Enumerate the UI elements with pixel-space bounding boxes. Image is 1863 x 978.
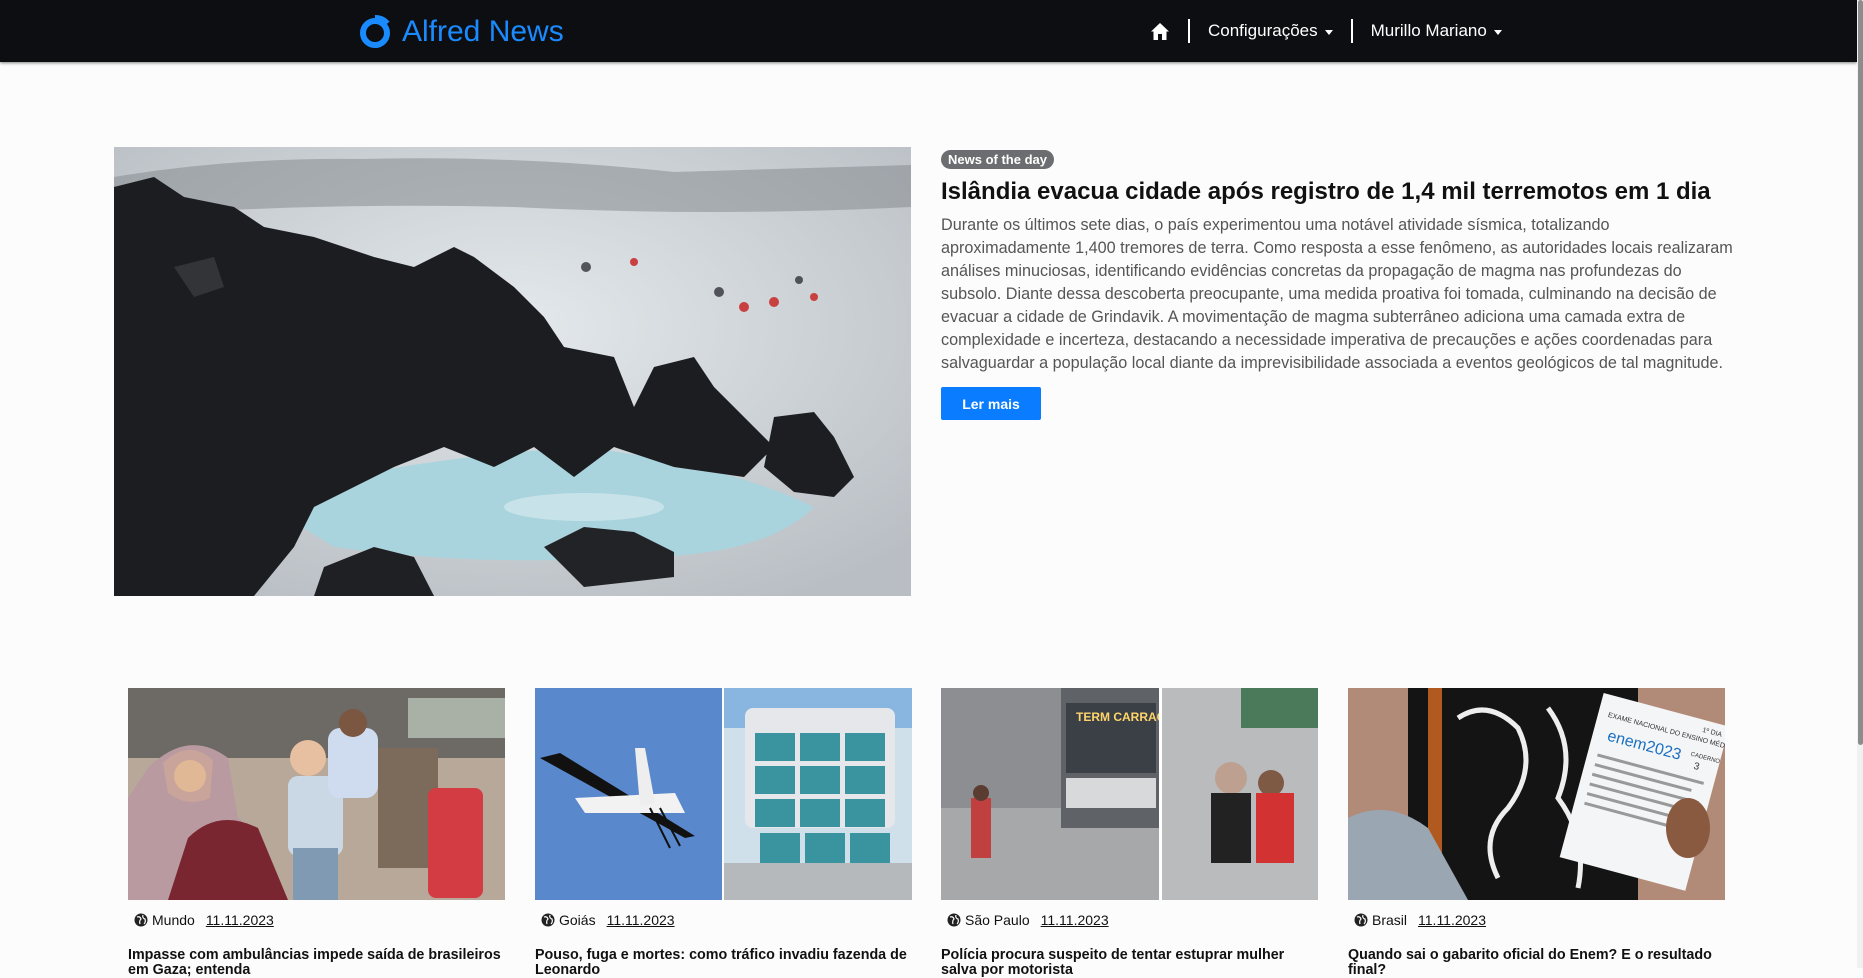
card-category[interactable]: Mundo [152,911,195,929]
news-card[interactable]: Mundo 11.11.2023 Impasse com ambulâncias… [128,688,505,978]
hero-image[interactable] [114,147,911,596]
card-date[interactable]: 11.11.2023 [607,911,675,929]
caret-down-icon [1324,29,1333,35]
brand-name: Alfred News [402,15,564,48]
news-card[interactable]: EXAME NACIONAL DO ENSINO MÉDIO 1º DIA en… [1348,688,1725,978]
card-meta: Mundo 11.11.2023 [134,911,505,929]
card-image-bus[interactable]: TERM CARRAO [941,688,1318,900]
news-card[interactable]: TERM CARRAO São Paulo 11.11.2023 Polícia… [941,688,1318,978]
user-dropdown[interactable]: Murillo Mariano [1371,21,1502,41]
top-navbar: Alfred News Configurações Murillo Marian… [0,0,1857,62]
card-image-gaza[interactable] [128,688,505,900]
read-more-button[interactable]: Ler mais [941,387,1041,420]
globe-icon [947,913,961,927]
globe-icon [134,913,148,927]
home-icon[interactable] [1150,22,1170,41]
bus-destination-sign: TERM CARRAO [1076,710,1166,724]
globe-icon [1354,913,1368,927]
hero-title[interactable]: Islândia evacua cidade após registro de … [941,176,1761,208]
card-title[interactable]: Polícia procura suspeito de tentar estup… [941,948,1318,978]
card-title[interactable]: Impasse com ambulâncias impede saída de … [128,948,505,978]
card-category[interactable]: Brasil [1372,911,1407,929]
settings-dropdown[interactable]: Configurações [1208,21,1333,41]
card-date[interactable]: 11.11.2023 [206,911,274,929]
card-meta: São Paulo 11.11.2023 [947,911,1318,929]
news-of-day-badge: News of the day [941,150,1054,169]
globe-icon [541,913,555,927]
card-image-enem[interactable]: EXAME NACIONAL DO ENSINO MÉDIO 1º DIA en… [1348,688,1725,900]
card-title[interactable]: Quando sai o gabarito oficial do Enem? E… [1348,948,1725,978]
card-title[interactable]: Pouso, fuga e mortes: como tráfico invad… [535,948,912,978]
card-category[interactable]: Goiás [559,911,596,929]
card-date[interactable]: 11.11.2023 [1041,911,1109,929]
card-category[interactable]: São Paulo [965,911,1030,929]
caret-down-icon [1493,29,1502,35]
brand-logo-link[interactable]: Alfred News [358,14,564,50]
nav-separator [1350,19,1353,43]
hero-summary: Durante os últimos sete dias, o país exp… [941,216,1733,372]
news-card[interactable]: Goiás 11.11.2023 Pouso, fuga e mortes: c… [535,688,912,978]
ring-logo-icon [360,15,390,48]
nav-separator [1188,19,1190,43]
card-date[interactable]: 11.11.2023 [1418,911,1486,929]
card-meta: Brasil 11.11.2023 [1354,911,1725,929]
nav-menu: Configurações Murillo Mariano [1150,18,1502,44]
settings-label: Configurações [1208,21,1318,40]
user-name: Murillo Mariano [1370,21,1487,40]
card-meta: Goiás 11.11.2023 [541,911,912,929]
card-image-plane[interactable] [535,688,912,900]
scrollbar-thumb[interactable] [1858,0,1863,745]
page-scrollbar[interactable] [1857,0,1863,968]
